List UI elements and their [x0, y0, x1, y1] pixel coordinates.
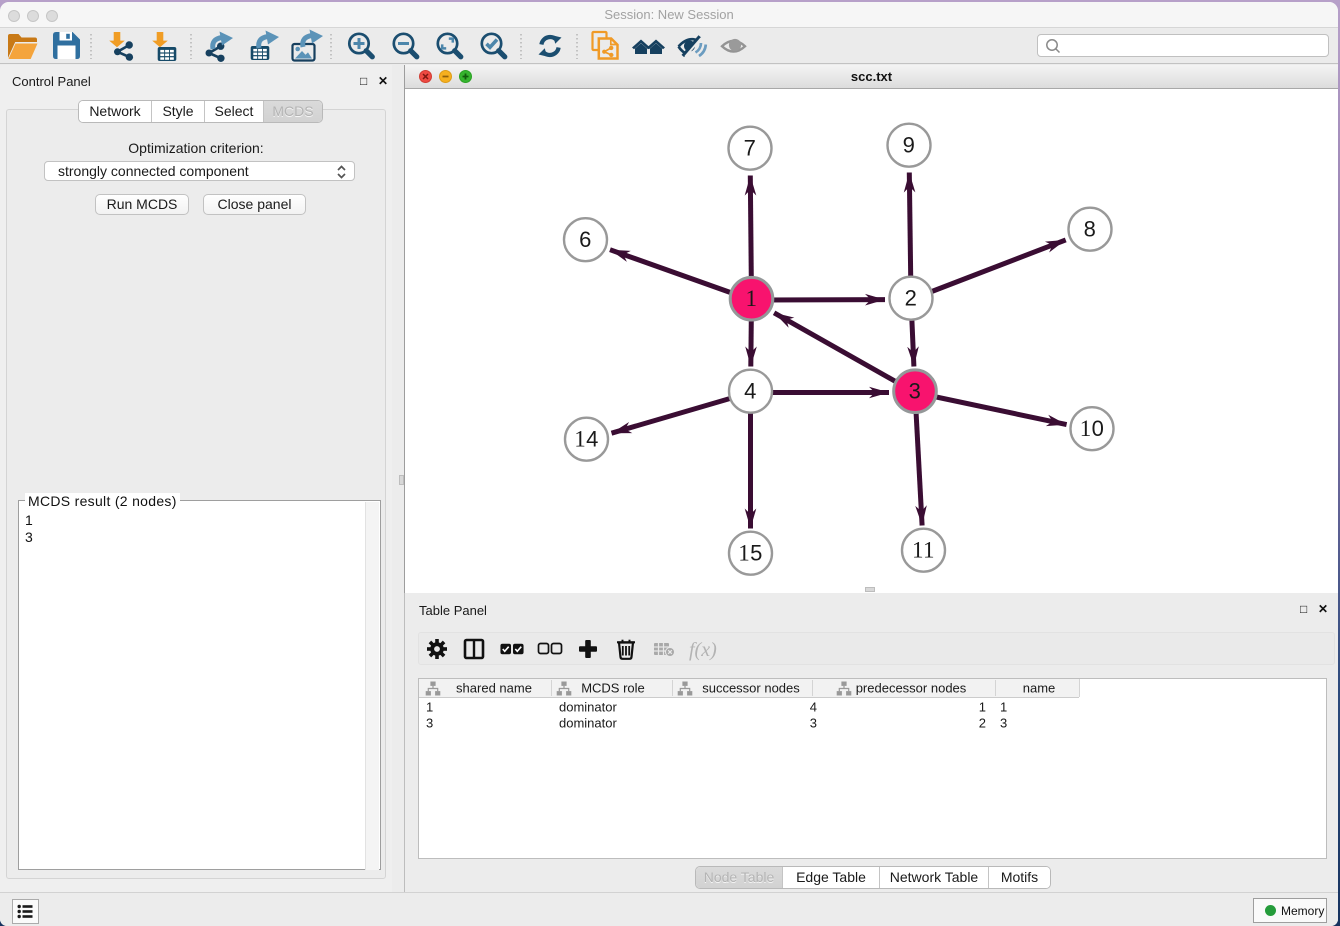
svg-text:2: 2 [905, 286, 918, 311]
svg-text:8: 8 [1084, 217, 1097, 242]
svg-text:10: 10 [1080, 416, 1105, 441]
svg-text:3: 3 [426, 716, 433, 731]
svg-text:14: 14 [574, 427, 599, 452]
svg-text:1: 1 [426, 700, 433, 715]
svg-text:f(x): f(x) [689, 639, 717, 661]
svg-text:dominator: dominator [559, 700, 617, 715]
svg-text:3: 3 [909, 379, 922, 404]
svg-text:1: 1 [746, 286, 758, 311]
svg-text:predecessor nodes: predecessor nodes [856, 681, 967, 696]
svg-text:9: 9 [903, 133, 916, 158]
svg-text:6: 6 [579, 227, 592, 252]
svg-text:4: 4 [744, 379, 757, 404]
svg-text:4: 4 [810, 700, 817, 715]
svg-text:3: 3 [810, 716, 817, 731]
svg-text:1: 1 [979, 700, 986, 715]
svg-text:11: 11 [912, 538, 935, 563]
svg-text:15: 15 [738, 541, 763, 566]
svg-text:name: name [1023, 681, 1056, 696]
svg-text:2: 2 [979, 716, 986, 731]
svg-text:shared name: shared name [456, 681, 532, 696]
svg-text:3: 3 [1000, 716, 1007, 731]
svg-text:MCDS role: MCDS role [581, 681, 645, 696]
svg-text:dominator: dominator [559, 716, 617, 731]
svg-text:1: 1 [1000, 700, 1007, 715]
svg-text:7: 7 [744, 136, 757, 161]
svg-text:successor nodes: successor nodes [702, 681, 800, 696]
